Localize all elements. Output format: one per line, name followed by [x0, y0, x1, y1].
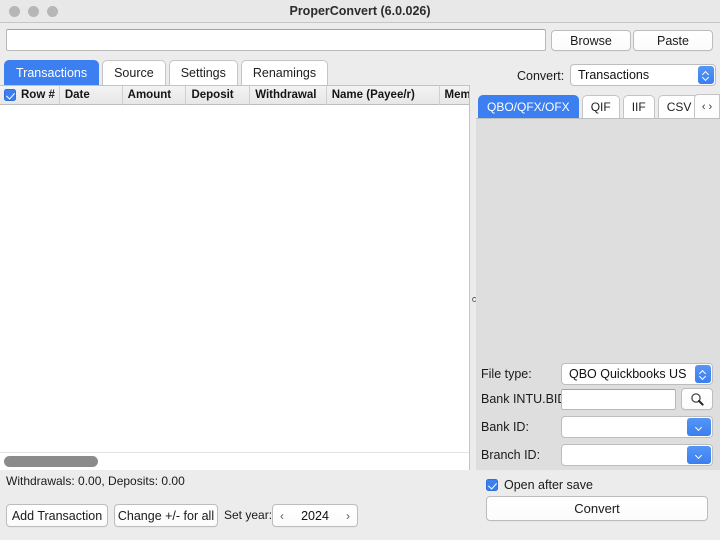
- application-window: ProperConvert (6.0.026) Browse Paste Tra…: [0, 0, 720, 540]
- tab-settings[interactable]: Settings: [168, 60, 238, 85]
- file-type-select[interactable]: QBO Quickbooks US: [561, 363, 713, 385]
- open-after-save-checkbox[interactable]: [486, 479, 498, 491]
- column-header-amount[interactable]: Amount: [123, 85, 187, 105]
- column-header-name-payee[interactable]: Name (Payee/r): [327, 85, 440, 105]
- column-header-date[interactable]: Date: [60, 85, 123, 105]
- bank-id-select[interactable]: [561, 416, 713, 438]
- convert-target-select[interactable]: Transactions: [570, 64, 716, 86]
- scrollbar-thumb[interactable]: [4, 456, 98, 467]
- chevron-down-icon[interactable]: [687, 418, 711, 436]
- year-next-icon[interactable]: ›: [346, 509, 350, 523]
- column-header-withdrawal[interactable]: Withdrawal: [250, 85, 327, 105]
- column-header-memo[interactable]: Mem: [440, 86, 469, 105]
- table-header-row: Row # Date Amount Deposit Withdrawal Nam…: [0, 85, 469, 105]
- year-stepper[interactable]: ‹ 2024 ›: [272, 504, 358, 527]
- window-title: ProperConvert (6.0.026): [289, 4, 431, 18]
- format-tab-qbo-qfx-ofx[interactable]: QBO/QFX/OFX: [478, 95, 579, 119]
- chevron-updown-icon[interactable]: [698, 66, 714, 84]
- column-label-row-number: Row #: [21, 89, 55, 101]
- convert-button[interactable]: Convert: [486, 496, 708, 521]
- title-bar: ProperConvert (6.0.026): [0, 0, 720, 23]
- search-icon: [691, 393, 704, 406]
- format-tab-qif[interactable]: QIF: [581, 95, 620, 119]
- open-after-save-row[interactable]: Open after save: [486, 478, 593, 492]
- column-header-row-number[interactable]: Row #: [0, 85, 60, 105]
- transactions-table: Row # Date Amount Deposit Withdrawal Nam…: [0, 85, 470, 470]
- bank-intu-bid-search-button[interactable]: [681, 388, 713, 410]
- status-summary: Withdrawals: 0.00, Deposits: 0.00: [6, 474, 185, 488]
- tab-transactions[interactable]: Transactions: [4, 60, 100, 85]
- file-type-label: File type:: [481, 367, 532, 381]
- convert-target-value: Transactions: [578, 68, 650, 82]
- bank-id-label: Bank ID:: [481, 420, 529, 434]
- column-header-deposit[interactable]: Deposit: [186, 85, 251, 105]
- format-tab-scroll-arrows[interactable]: ‹ ›: [694, 94, 720, 118]
- set-year-label: Set year:: [224, 508, 273, 522]
- chevron-left-icon[interactable]: ‹: [702, 101, 706, 113]
- table-body-empty[interactable]: [0, 105, 469, 452]
- left-tab-strip: Transactions Source Settings Renamings: [4, 60, 331, 85]
- year-value: 2024: [301, 508, 329, 523]
- select-all-checkbox[interactable]: [4, 89, 16, 101]
- bank-intu-bid-label: Bank INTU.BID:: [481, 392, 570, 406]
- open-after-save-label: Open after save: [504, 478, 593, 492]
- file-type-value: QBO Quickbooks US: [569, 367, 687, 381]
- browse-button[interactable]: Browse: [551, 30, 631, 51]
- format-tab-strip: QBO/QFX/OFX QIF IIF CSV MT9: [478, 94, 720, 119]
- tab-source[interactable]: Source: [102, 60, 166, 85]
- add-transaction-button[interactable]: Add Transaction: [6, 504, 108, 527]
- branch-id-select[interactable]: [561, 444, 713, 466]
- change-sign-button[interactable]: Change +/- for all: [114, 504, 218, 527]
- year-prev-icon[interactable]: ‹: [280, 509, 284, 523]
- chevron-updown-icon[interactable]: [695, 365, 711, 383]
- convert-label: Convert:: [517, 69, 565, 83]
- tab-renamings[interactable]: Renamings: [240, 60, 329, 85]
- format-tab-iif[interactable]: IIF: [622, 95, 655, 119]
- file-path-input[interactable]: [6, 29, 546, 51]
- bank-intu-bid-input[interactable]: [561, 389, 676, 410]
- paste-button[interactable]: Paste: [633, 30, 713, 51]
- chevron-down-icon[interactable]: [687, 446, 711, 464]
- branch-id-label: Branch ID:: [481, 448, 541, 462]
- chevron-right-icon[interactable]: ›: [709, 101, 713, 113]
- table-horizontal-scrollbar[interactable]: [0, 452, 469, 470]
- convert-target-row: Convert: Transactions: [476, 64, 720, 88]
